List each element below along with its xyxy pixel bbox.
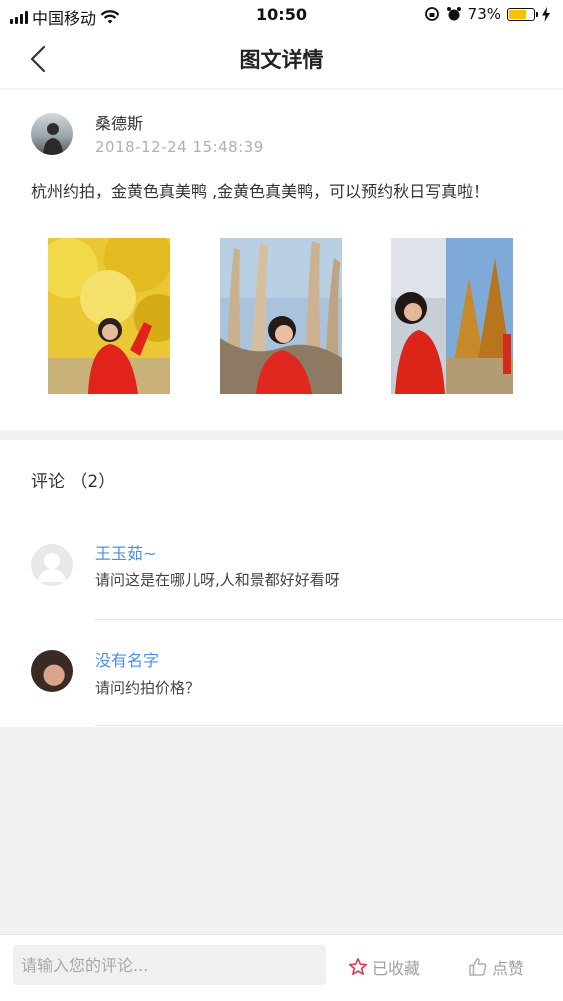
battery-icon	[507, 7, 538, 21]
post-text: 杭州约拍，金黄色真美鸭 ,金黄色真美鸭，可以预约秋日写真啦！	[31, 182, 490, 201]
comments-section: 评论 （2） 王玉茹~ 请问这是在哪儿呀,人和景都好好看呀 没有名字 请问约拍价…	[0, 440, 563, 727]
favorite-label: 已收藏	[372, 959, 421, 978]
post-card: 桑德斯 2018-12-24 15:48:39 杭州约拍，金黄色真美鸭 ,金黄色…	[0, 90, 563, 430]
comment-text: 请问约拍价格？	[95, 679, 201, 697]
comment-divider	[95, 619, 563, 620]
bottom-bar: 已收藏 点赞	[0, 934, 563, 1001]
nav-bar: 图文详情	[0, 30, 563, 88]
author-avatar[interactable]	[31, 113, 73, 155]
comment-avatar-default[interactable]	[31, 544, 73, 586]
star-icon	[349, 958, 367, 975]
post-timestamp: 2018-12-24 15:48:39	[95, 138, 264, 156]
like-button[interactable]: 点赞	[468, 955, 524, 979]
alarm-icon	[446, 7, 461, 21]
comments-header: 评论 （2）	[31, 472, 116, 492]
status-right: 73%	[424, 5, 551, 23]
favorite-button[interactable]: 已收藏	[348, 955, 420, 979]
like-label: 点赞	[492, 959, 525, 978]
post-photo-1[interactable]	[48, 238, 170, 394]
post-photo-3[interactable]	[391, 238, 513, 394]
thumbs-up-icon	[469, 958, 487, 976]
comment-divider	[95, 725, 563, 726]
person-silhouette-icon	[43, 123, 63, 155]
post-photo-2[interactable]	[220, 238, 342, 394]
user-placeholder-icon	[38, 553, 66, 582]
rotation-lock-icon	[424, 7, 439, 21]
charging-icon	[542, 6, 550, 22]
comment-author[interactable]: 没有名字	[95, 647, 159, 671]
page-title: 图文详情	[239, 48, 324, 72]
status-bar: 中国移动 10:50 73%	[0, 0, 563, 30]
battery-percent: 73%	[467, 5, 501, 23]
comment-avatar[interactable]	[31, 650, 73, 692]
comment-input[interactable]	[13, 945, 326, 985]
comment-text: 请问这是在哪儿呀,人和景都好好看呀	[95, 571, 340, 589]
author-name[interactable]: 桑德斯	[95, 110, 143, 134]
comment-author[interactable]: 王玉茹~	[95, 540, 156, 564]
